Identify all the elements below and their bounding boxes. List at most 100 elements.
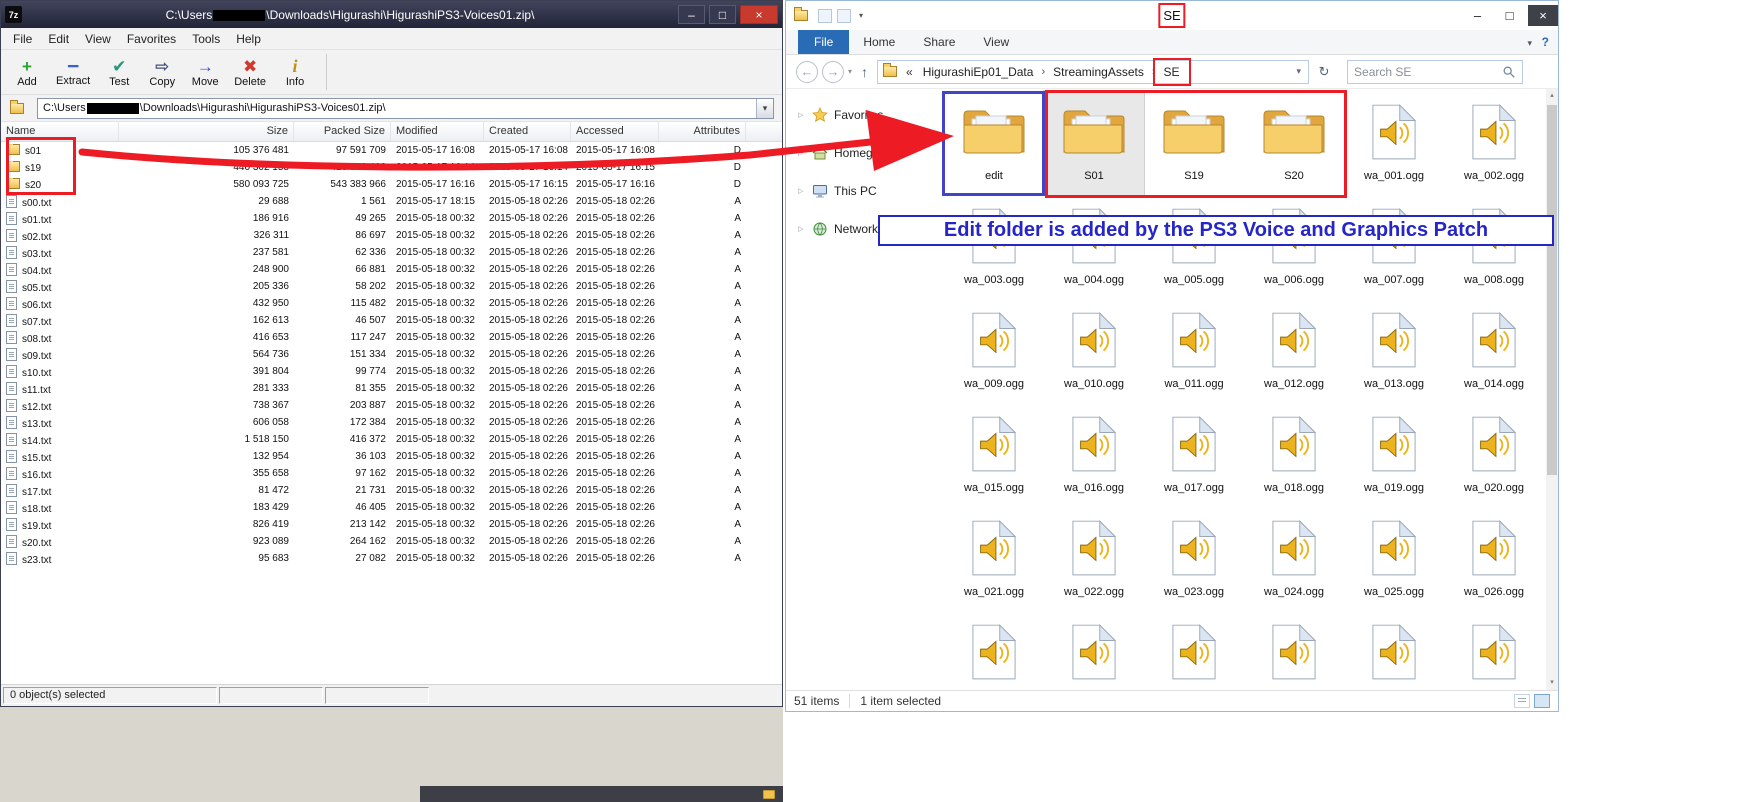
file-tile[interactable]: wa_008.ogg <box>1444 195 1544 299</box>
column-header-name[interactable]: Name <box>1 122 119 141</box>
table-row[interactable]: s18.txt 183 429 46 405 2015-05-18 00:32 … <box>1 499 782 516</box>
file-tile[interactable]: S19 <box>1144 91 1244 195</box>
search-box[interactable]: Search SE <box>1347 60 1523 84</box>
table-row[interactable]: s15.txt 132 954 36 103 2015-05-18 00:32 … <box>1 448 782 465</box>
scroll-down-icon[interactable]: ▾ <box>1546 676 1558 690</box>
taskbar-folder-icon[interactable] <box>763 790 775 799</box>
explorer-close-button[interactable]: × <box>1528 5 1558 26</box>
file-tile[interactable]: wa_015.ogg <box>944 403 1044 507</box>
column-header-modified[interactable]: Modified <box>391 122 484 141</box>
menu-item[interactable]: Help <box>228 30 269 48</box>
table-row[interactable]: s12.txt 738 367 203 887 2015-05-18 00:32… <box>1 397 782 414</box>
table-row[interactable]: s00.txt 29 688 1 561 2015-05-17 18:15 20… <box>1 193 782 210</box>
file-tile[interactable]: wa_020.ogg <box>1444 403 1544 507</box>
file-tile[interactable]: S01 <box>1044 91 1144 195</box>
file-tile[interactable]: wa_002.ogg <box>1444 91 1544 195</box>
table-row[interactable]: s02.txt 326 311 86 697 2015-05-18 00:32 … <box>1 227 782 244</box>
scrollbar-thumb[interactable] <box>1547 105 1557 475</box>
file-tile[interactable]: wa_010.ogg <box>1044 299 1144 403</box>
table-row[interactable]: s23.txt 95 683 27 082 2015-05-18 00:32 2… <box>1 550 782 567</box>
7zip-maximize-button[interactable]: □ <box>709 5 736 24</box>
file-tile[interactable]: wa_003.ogg <box>944 195 1044 299</box>
column-header-attributes[interactable]: Attributes <box>659 122 746 141</box>
table-row[interactable]: s07.txt 162 613 46 507 2015-05-18 00:32 … <box>1 312 782 329</box>
tab-home[interactable]: Home <box>849 30 909 54</box>
file-tile[interactable]: wa_007.ogg <box>1344 195 1444 299</box>
expand-arrow-icon[interactable]: ▷ <box>798 111 806 119</box>
file-tile[interactable] <box>1344 611 1444 690</box>
file-tile[interactable]: S20 <box>1244 91 1344 195</box>
scroll-up-icon[interactable]: ▴ <box>1546 89 1558 103</box>
menu-item[interactable]: File <box>5 30 40 48</box>
file-tile[interactable] <box>944 611 1044 690</box>
breadcrumb-item[interactable]: HigurashiEp01_Data <box>917 63 1040 81</box>
column-header-packed-size[interactable]: Packed Size <box>294 122 391 141</box>
table-row[interactable]: s10.txt 391 804 99 774 2015-05-18 00:32 … <box>1 363 782 380</box>
sidebar-item-favorites[interactable]: ▷ Favorites <box>786 99 944 131</box>
add-button[interactable]: +Add <box>13 57 41 88</box>
table-row[interactable]: s08.txt 416 653 117 247 2015-05-18 00:32… <box>1 329 782 346</box>
sidebar-item-this-pc[interactable]: ▷ This PC <box>786 175 944 207</box>
column-header-accessed[interactable]: Accessed <box>571 122 659 141</box>
qat-properties-icon[interactable] <box>818 9 832 23</box>
file-tile[interactable]: wa_024.ogg <box>1244 507 1344 611</box>
qat-chevron-icon[interactable]: ▾ <box>856 11 866 20</box>
table-row[interactable]: s04.txt 248 900 66 881 2015-05-18 00:32 … <box>1 261 782 278</box>
table-row[interactable]: s01 105 376 481 97 591 709 2015-05-17 16… <box>1 142 782 159</box>
history-dropdown-icon[interactable]: ▾ <box>848 67 852 76</box>
breadcrumb-overflow[interactable]: « <box>904 63 915 81</box>
file-tile[interactable]: wa_004.ogg <box>1044 195 1144 299</box>
table-row[interactable]: s05.txt 205 336 58 202 2015-05-18 00:32 … <box>1 278 782 295</box>
file-tile[interactable]: wa_021.ogg <box>944 507 1044 611</box>
move-button[interactable]: →Move <box>191 57 219 88</box>
expand-arrow-icon[interactable]: ▷ <box>798 187 806 195</box>
explorer-titlebar[interactable]: ▾ SE – □ × <box>786 1 1558 30</box>
file-tile[interactable]: wa_005.ogg <box>1144 195 1244 299</box>
7zip-titlebar[interactable]: 7z C:\Users\Downloads\Higurashi\Higurash… <box>1 1 782 28</box>
table-row[interactable]: s03.txt 237 581 62 336 2015-05-18 00:32 … <box>1 244 782 261</box>
table-row[interactable]: s20.txt 923 089 264 162 2015-05-18 00:32… <box>1 533 782 550</box>
file-tile[interactable]: wa_022.ogg <box>1044 507 1144 611</box>
root-folder-button[interactable] <box>7 98 31 119</box>
file-tile[interactable] <box>1444 611 1544 690</box>
tab-share[interactable]: Share <box>909 30 969 54</box>
table-row[interactable]: s06.txt 432 950 115 482 2015-05-18 00:32… <box>1 295 782 312</box>
breadcrumb-item[interactable]: StreamingAssets <box>1047 63 1150 81</box>
file-tile[interactable]: wa_018.ogg <box>1244 403 1344 507</box>
test-button[interactable]: ✔Test <box>105 57 133 88</box>
file-tile[interactable] <box>1244 611 1344 690</box>
view-thumbnails-icon[interactable] <box>1534 694 1550 708</box>
back-button[interactable]: ← <box>796 61 818 83</box>
file-tile[interactable]: wa_017.ogg <box>1144 403 1244 507</box>
table-row[interactable]: s19 440 302 158 413 036 466 2015-05-17 1… <box>1 159 782 176</box>
table-row[interactable]: s09.txt 564 736 151 334 2015-05-18 00:32… <box>1 346 782 363</box>
help-icon[interactable]: ? <box>1542 35 1549 49</box>
file-tile[interactable]: wa_013.ogg <box>1344 299 1444 403</box>
table-row[interactable]: s13.txt 606 058 172 384 2015-05-18 00:32… <box>1 414 782 431</box>
table-row[interactable]: s14.txt 1 518 150 416 372 2015-05-18 00:… <box>1 431 782 448</box>
refresh-button[interactable]: ↻ <box>1313 61 1335 83</box>
file-tile[interactable]: wa_026.ogg <box>1444 507 1544 611</box>
address-bar[interactable]: « HigurashiEp01_Data › StreamingAssets ›… <box>877 60 1309 84</box>
table-row[interactable]: s17.txt 81 472 21 731 2015-05-18 00:32 2… <box>1 482 782 499</box>
file-tile[interactable] <box>1044 611 1144 690</box>
up-button[interactable]: ↑ <box>861 64 868 80</box>
table-row[interactable]: s01.txt 186 916 49 265 2015-05-18 00:32 … <box>1 210 782 227</box>
column-header-created[interactable]: Created <box>484 122 571 141</box>
delete-button[interactable]: ✖Delete <box>234 57 266 88</box>
file-tile[interactable]: wa_001.ogg <box>1344 91 1444 195</box>
menu-item[interactable]: Tools <box>184 30 228 48</box>
menu-item[interactable]: Favorites <box>119 30 184 48</box>
file-tile[interactable]: wa_025.ogg <box>1344 507 1444 611</box>
qat-newfolder-icon[interactable] <box>837 9 851 23</box>
sidebar-item-homegroup[interactable]: ▷ Homegroup <box>786 137 944 169</box>
file-tile[interactable]: wa_023.ogg <box>1144 507 1244 611</box>
explorer-maximize-button[interactable]: □ <box>1496 5 1523 26</box>
file-tile[interactable] <box>1144 611 1244 690</box>
table-row[interactable]: s19.txt 826 419 213 142 2015-05-18 00:32… <box>1 516 782 533</box>
file-tile[interactable]: wa_019.ogg <box>1344 403 1444 507</box>
path-combobox[interactable]: C:\Users\Downloads\Higurashi\HigurashiPS… <box>37 98 774 119</box>
tab-file[interactable]: File <box>798 30 849 54</box>
address-dropdown-icon[interactable]: ▾ <box>1291 66 1306 77</box>
table-row[interactable]: s16.txt 355 658 97 162 2015-05-18 00:32 … <box>1 465 782 482</box>
